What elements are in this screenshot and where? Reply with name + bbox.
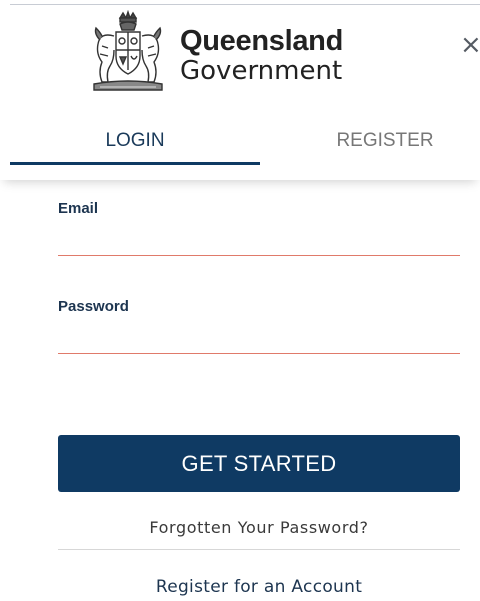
auth-tabs: LOGIN REGISTER [10, 120, 480, 165]
logo-title: Queensland [180, 25, 343, 57]
close-icon[interactable]: × [460, 30, 480, 60]
tab-login[interactable]: LOGIN [10, 120, 260, 165]
register-account-link[interactable]: Register for an Account [58, 576, 460, 598]
coat-of-arms-icon [93, 10, 163, 91]
email-field[interactable] [58, 225, 460, 256]
queensland-government-logo: Queensland Government [86, 10, 346, 94]
top-border [10, 4, 480, 5]
get-started-button[interactable]: GET STARTED [58, 435, 460, 492]
email-label: Email [58, 200, 99, 217]
active-tab-indicator [10, 162, 260, 165]
forgot-password-link[interactable]: Forgotten Your Password? [58, 517, 460, 539]
password-label: Password [58, 298, 129, 315]
logo-subtitle: Government [180, 56, 343, 86]
tab-register[interactable]: REGISTER [260, 120, 480, 165]
login-dialog: Queensland Government × LOGIN REGISTER E… [0, 0, 480, 601]
password-field[interactable] [58, 323, 460, 354]
dialog-header: Queensland Government × LOGIN REGISTER [0, 0, 480, 180]
divider [58, 549, 460, 550]
